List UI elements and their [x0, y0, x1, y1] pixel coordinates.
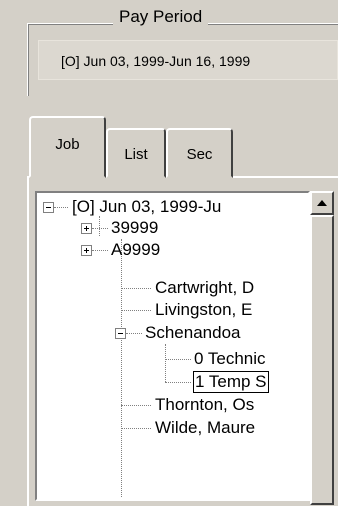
tab-job[interactable]: Job	[29, 116, 106, 178]
tab-list-label: List	[124, 146, 148, 163]
tab-panel	[27, 176, 338, 506]
tab-sec[interactable]: Sec	[166, 128, 233, 178]
tab-list[interactable]: List	[106, 128, 166, 178]
tab-sec-label: Sec	[186, 146, 213, 163]
pay-period-legend: Pay Period	[113, 7, 209, 27]
tab-job-label: Job	[55, 136, 80, 153]
pay-period-field[interactable]: [O] Jun 03, 1999-Jun 16, 1999	[38, 40, 338, 80]
